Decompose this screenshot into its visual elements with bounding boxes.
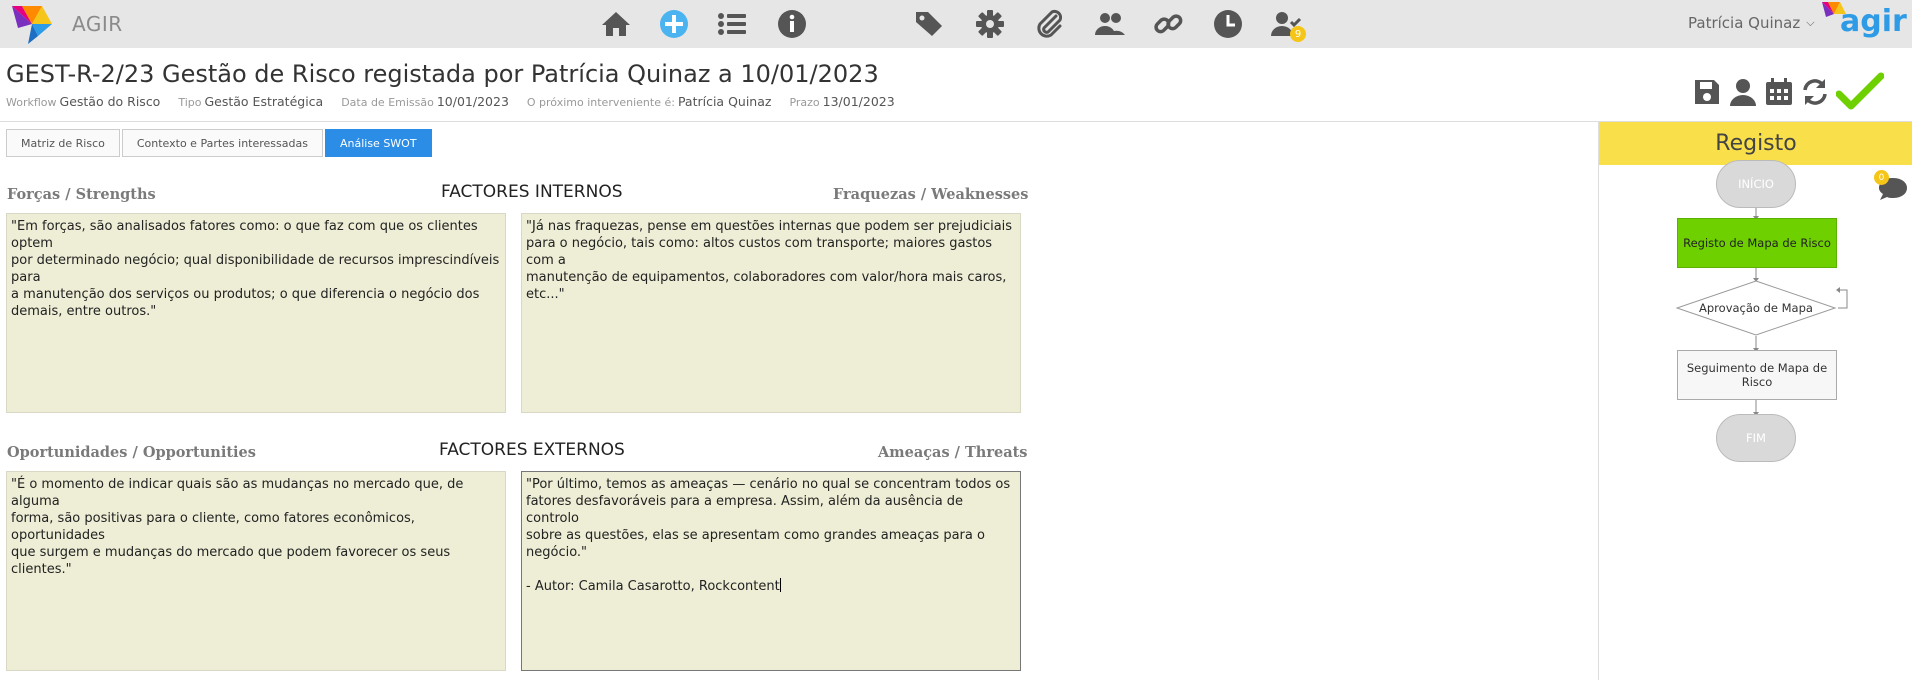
user-check-icon[interactable]: 9 [1268,6,1306,42]
opportunities-label: Oportunidades / Opportunities [7,444,256,461]
external-factors-heading: FACTORES EXTERNOS [439,440,625,460]
tags-icon[interactable] [912,6,948,42]
record-actions [1692,72,1884,112]
settings-icon[interactable] [972,6,1008,42]
tab-contexto-partes[interactable]: Contexto e Partes interessadas [121,129,323,157]
threats-text: "Por último, temos as ameaças — cenário … [526,477,1011,594]
chevron-down-icon: ⌵ [1806,16,1815,29]
prazo-value: 13/01/2023 [822,94,895,109]
home-icon[interactable] [598,6,634,42]
flow-step-seguimento[interactable]: Seguimento de Mapa de Risco [1677,350,1837,400]
refresh-icon[interactable] [1800,75,1830,109]
weaknesses-textarea[interactable]: "Já nas fraquezas, pense em questões int… [521,213,1021,413]
internal-factors-heading: FACTORES INTERNOS [441,182,623,202]
tipo-value: Gestão Estratégica [204,94,324,109]
strengths-textarea[interactable]: "Em forças, são analisados fatores como:… [6,213,506,413]
top-bar: AGIR 9 Patrícia Quinaz ⌵ agir [0,0,1912,48]
emissao-label: Data de Emissão [341,96,434,109]
text-caret [779,578,781,592]
strengths-label: Forças / Strengths [7,186,156,203]
check-icon[interactable] [1836,72,1884,110]
flow-decision-aprovacao[interactable]: Aprovação de Mapa [1677,281,1835,335]
threats-textarea[interactable]: "Por último, temos as ameaças — cenário … [521,471,1021,671]
pending-badge: 9 [1290,26,1306,42]
brand-logo: agir [1820,0,1907,46]
threats-label: Ameaças / Threats [878,444,1028,461]
users-icon[interactable] [1092,6,1128,42]
link-icon[interactable] [1150,6,1186,42]
brand-logo-text: agir [1840,4,1907,39]
user-icon[interactable] [1728,75,1758,109]
calendar-icon[interactable] [1764,75,1794,109]
page-title: GEST-R-2/23 Gestão de Risco registada po… [6,60,879,88]
clock-icon[interactable] [1210,6,1246,42]
user-name: Patrícia Quinaz [1688,14,1801,32]
app-name: AGIR [72,12,123,36]
emissao-value: 10/01/2023 [436,94,509,109]
workflow-panel: Registo 0 INÍCIO Registo de Mapa de Risc… [1598,122,1912,680]
app-logo[interactable] [8,2,60,46]
user-menu[interactable]: Patrícia Quinaz ⌵ [1688,14,1815,32]
interveniente-value: Patrícia Quinaz [677,94,772,109]
tab-analise-swot[interactable]: Análise SWOT [324,129,432,157]
flow-start: INÍCIO [1716,160,1796,208]
tab-bar: Matriz de Risco Contexto e Partes intere… [6,129,432,157]
list-icon[interactable] [714,6,750,42]
tipo-label: Tipo [178,96,202,109]
opportunities-textarea[interactable]: "É o momento de indicar quais são as mud… [6,471,506,671]
workflow-label: Workflow [6,96,57,109]
record-meta: Workflow Gestão do Risco Tipo Gestão Estra… [6,94,909,109]
weaknesses-label: Fraquezas / Weaknesses [833,186,1029,203]
workflow-value: Gestão do Risco [59,94,161,109]
prazo-label: Prazo [789,96,820,109]
interveniente-label: O próximo interveniente é: [526,96,675,109]
save-icon[interactable] [1692,75,1722,109]
info-icon[interactable] [774,6,810,42]
attachment-icon[interactable] [1032,6,1068,42]
flow-step-registo[interactable]: Registo de Mapa de Risco [1677,218,1837,268]
add-icon[interactable] [656,6,692,42]
flow-end: FIM [1716,414,1796,462]
tab-matriz-de-risco[interactable]: Matriz de Risco [6,129,120,157]
